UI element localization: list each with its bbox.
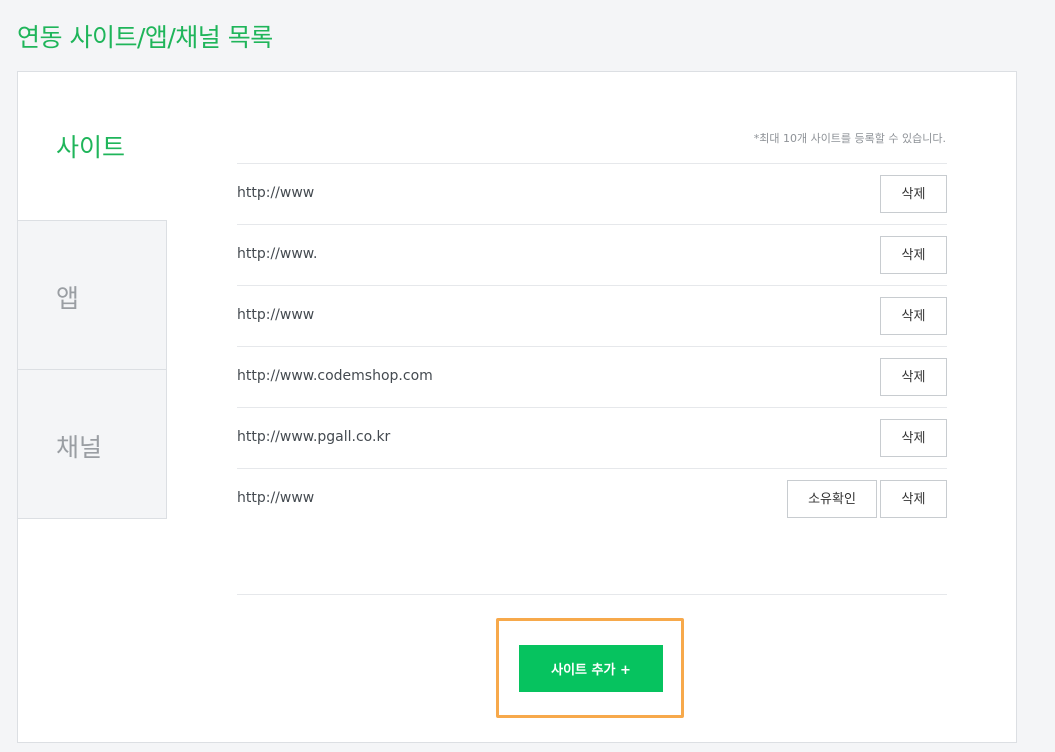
max-sites-notice: *최대 10개 사이트를 등록할 수 있습니다. (753, 132, 946, 145)
delete-button[interactable]: 삭제 (880, 480, 947, 518)
site-url: http://www (237, 490, 315, 506)
delete-button[interactable]: 삭제 (880, 236, 947, 274)
delete-button[interactable]: 삭제 (880, 419, 947, 457)
site-row: http://www. 삭제 (237, 225, 947, 286)
site-row: http://www.pgall.co.kr 삭제 (237, 408, 947, 469)
site-url: http://www (237, 185, 315, 201)
site-url: http://www. (237, 246, 318, 262)
site-row: http://www.codemshop.com 삭제 (237, 347, 947, 408)
delete-button[interactable]: 삭제 (880, 297, 947, 335)
page-title: 연동 사이트/앱/채널 목록 (17, 23, 273, 52)
tab-site[interactable]: 사이트 (18, 72, 167, 221)
add-site-button[interactable]: 사이트 추가 + (519, 645, 663, 692)
site-row: http://www 삭제 (237, 286, 947, 347)
tab-app[interactable]: 앱 (18, 220, 167, 370)
site-row: http://www 삭제 (237, 164, 947, 225)
site-list: http://www 삭제 http://www. 삭제 http://www … (237, 163, 947, 529)
tab-channel[interactable]: 채널 (18, 369, 167, 519)
site-url: http://www (237, 307, 315, 323)
divider (237, 594, 947, 595)
delete-button[interactable]: 삭제 (880, 175, 947, 213)
verify-ownership-button[interactable]: 소유확인 (787, 480, 877, 518)
integration-panel: 사이트 앱 채널 *최대 10개 사이트를 등록할 수 있습니다. http:/… (17, 71, 1017, 743)
delete-button[interactable]: 삭제 (880, 358, 947, 396)
site-url: http://www.pgall.co.kr (237, 429, 391, 445)
site-row: http://www 소유확인 삭제 (237, 469, 947, 529)
site-url: http://www.codemshop.com (237, 368, 433, 384)
